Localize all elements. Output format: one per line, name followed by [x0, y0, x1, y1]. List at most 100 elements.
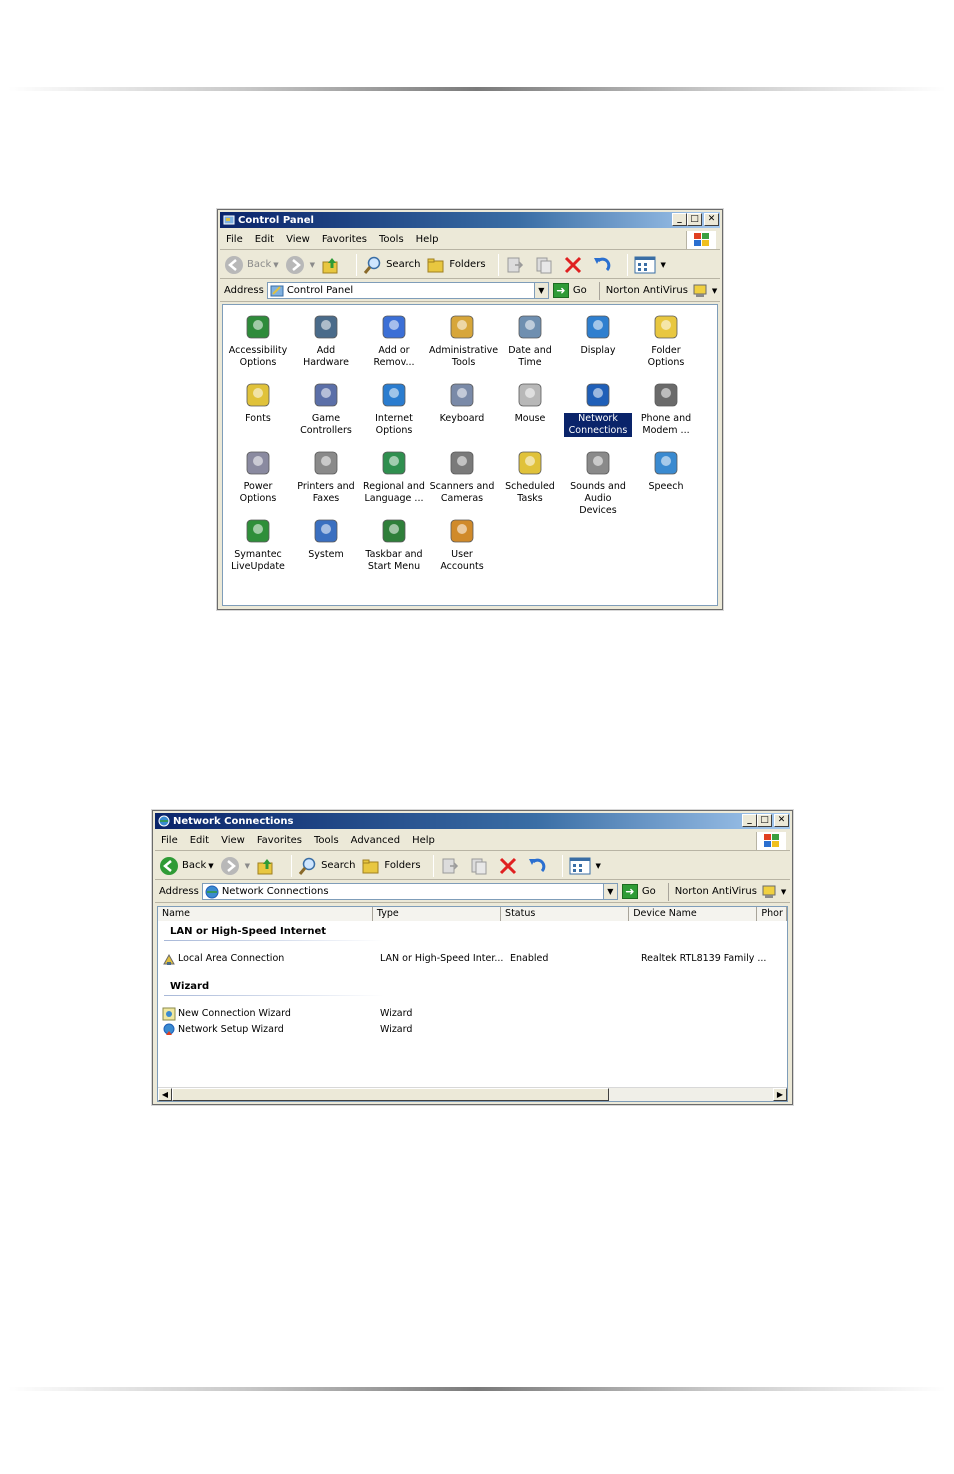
address-dropdown-arrow[interactable]: ▼ [533, 283, 548, 298]
taskbar-start-menu-item[interactable]: Taskbar and Start Menu [360, 515, 428, 573]
search-button[interactable]: Search [363, 255, 420, 275]
go-button[interactable]: ➜ Go [552, 283, 587, 298]
menu-edit[interactable]: Edit [255, 234, 274, 245]
table-row[interactable]: Network Setup Wizard Wizard [162, 1023, 787, 1037]
up-folder-button[interactable] [321, 255, 344, 275]
control-panel-titlebar[interactable]: Control Panel _ □ ✕ [220, 212, 720, 228]
group-divider [164, 995, 384, 996]
column-header-type[interactable]: Type [372, 907, 502, 921]
horizontal-scrollbar[interactable]: ◀ ▶ [158, 1087, 787, 1101]
internet-options-item[interactable]: Internet Options [360, 379, 428, 437]
phone-modem-item[interactable]: Phone and Modem ... [632, 379, 700, 437]
address-input[interactable]: Network Connections ▼ [201, 883, 618, 900]
folder-options-item[interactable]: Folder Options [632, 311, 700, 369]
menu-view[interactable]: View [286, 234, 310, 245]
scheduled-tasks-item[interactable]: Scheduled Tasks [496, 447, 564, 505]
delete-button[interactable] [498, 856, 521, 876]
go-button[interactable]: ➜ Go [621, 884, 656, 899]
printers-faxes-item[interactable]: Printers and Faxes [292, 447, 360, 505]
user-accounts-item[interactable]: User Accounts [428, 515, 496, 573]
up-folder-button[interactable] [256, 856, 279, 876]
copy-to-button[interactable] [534, 255, 557, 275]
menu-tools[interactable]: Tools [379, 234, 404, 245]
close-button[interactable]: ✕ [704, 213, 719, 226]
table-row[interactable]: New Connection Wizard Wizard [162, 1007, 787, 1021]
views-button[interactable]: ▼ [634, 256, 666, 274]
display-item[interactable]: Display [564, 311, 632, 357]
scanners-cameras-item[interactable]: Scanners and Cameras [428, 447, 496, 505]
sounds-audio-icon [586, 451, 610, 475]
back-button[interactable]: Back ▼ [224, 255, 279, 275]
sounds-audio-item[interactable]: Sounds and Audio Devices [564, 447, 632, 517]
fonts-item[interactable]: Fonts [224, 379, 292, 425]
menu-favorites[interactable]: Favorites [257, 835, 302, 846]
menu-help[interactable]: Help [416, 234, 439, 245]
speech-item[interactable]: Speech [632, 447, 700, 493]
game-controllers-item[interactable]: Game Controllers [292, 379, 360, 437]
add-hardware-item[interactable]: Add Hardware [292, 311, 360, 369]
folders-button[interactable]: Folders [361, 856, 421, 876]
folders-button[interactable]: Folders [426, 255, 486, 275]
menu-edit[interactable]: Edit [190, 835, 209, 846]
scroll-left-button[interactable]: ◀ [158, 1088, 172, 1101]
address-input[interactable]: Control Panel ▼ [266, 282, 549, 299]
accessibility-item[interactable]: Accessibility Options [224, 311, 292, 369]
move-to-button[interactable] [505, 255, 528, 275]
search-button[interactable]: Search [298, 856, 355, 876]
administrative-tools-item[interactable]: Administrative Tools [428, 311, 498, 369]
connection-type: LAN or High-Speed Inter... [380, 953, 504, 964]
forward-button[interactable]: ▼ [285, 255, 315, 275]
menu-file[interactable]: File [226, 234, 243, 245]
address-dropdown-arrow[interactable]: ▼ [602, 884, 617, 899]
network-connections-small-icon [205, 885, 219, 898]
back-button[interactable]: Back ▼ [159, 856, 214, 876]
scroll-right-button[interactable]: ▶ [773, 1088, 787, 1101]
administrative-tools-icon [450, 315, 474, 339]
undo-button[interactable] [592, 255, 615, 275]
delete-button[interactable] [563, 255, 586, 275]
network-connections-titlebar[interactable]: Network Connections _ □ ✕ [155, 813, 790, 829]
network-connections-title-icon [158, 815, 170, 827]
mouse-icon [518, 383, 542, 407]
icon-label: Speech [648, 481, 684, 492]
menu-tools[interactable]: Tools [314, 835, 339, 846]
copy-to-button[interactable] [469, 856, 492, 876]
add-remove-programs-item[interactable]: Add or Remov... [360, 311, 428, 369]
menu-help[interactable]: Help [412, 835, 435, 846]
menu-file[interactable]: File [161, 835, 178, 846]
maximize-button[interactable]: □ [757, 814, 772, 827]
table-row[interactable]: Local Area Connection LAN or High-Speed … [162, 952, 787, 966]
scrollbar-thumb[interactable] [172, 1088, 609, 1101]
menu-bar: File Edit View Favorites Tools Advanced … [155, 831, 790, 851]
minimize-button[interactable]: _ [672, 213, 687, 226]
folder-options-icon [654, 315, 678, 339]
menu-view[interactable]: View [221, 835, 245, 846]
views-button[interactable]: ▼ [569, 857, 601, 875]
maximize-button[interactable]: □ [687, 213, 702, 226]
move-to-button[interactable] [440, 856, 463, 876]
up-folder-icon [322, 257, 338, 273]
norton-antivirus-button[interactable]: Norton AntiVirus ▼ [598, 281, 717, 300]
column-header-device-name[interactable]: Device Name [629, 907, 758, 921]
date-time-item[interactable]: Date and Time [496, 311, 564, 369]
network-connections-item[interactable]: Network Connections [564, 379, 632, 437]
views-icon [569, 857, 591, 874]
mouse-item[interactable]: Mouse [496, 379, 564, 425]
power-options-item[interactable]: Power Options [224, 447, 292, 505]
system-item[interactable]: System [292, 515, 360, 561]
icon-label: Taskbar and Start Menu [365, 549, 423, 572]
column-header-status[interactable]: Status [501, 907, 630, 921]
norton-antivirus-button[interactable]: Norton AntiVirus ▼ [667, 882, 786, 901]
symantec-liveupdate-item[interactable]: Symantec LiveUpdate [224, 515, 292, 573]
control-panel-icon-view: Accessibility Options Add Hardware Add or … [222, 304, 718, 606]
forward-button[interactable]: ▼ [220, 856, 250, 876]
minimize-button[interactable]: _ [742, 814, 757, 827]
regional-language-item[interactable]: Regional and Language ... [360, 447, 428, 505]
close-button[interactable]: ✕ [774, 814, 789, 827]
undo-button[interactable] [527, 856, 550, 876]
menu-favorites[interactable]: Favorites [322, 234, 367, 245]
column-header-phone[interactable]: Phor [757, 907, 787, 921]
keyboard-item[interactable]: Keyboard [428, 379, 496, 425]
menu-advanced[interactable]: Advanced [351, 835, 400, 846]
column-header-name[interactable]: Name [158, 907, 373, 921]
